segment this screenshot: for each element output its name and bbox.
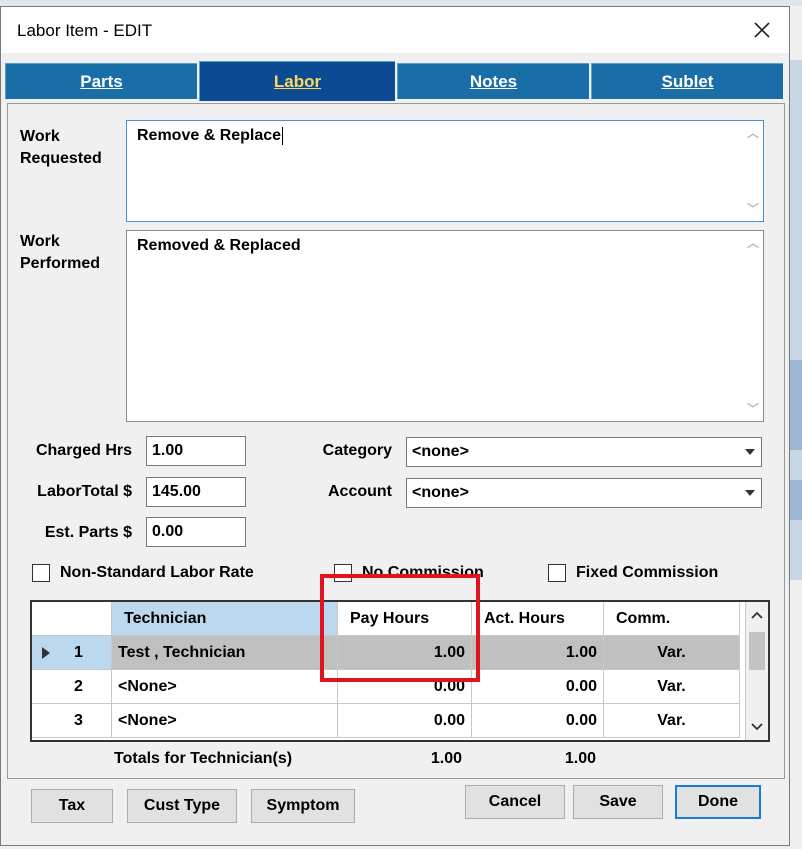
tab-bar: Parts Labor Notes Sublet [5,61,789,101]
title-bar: Labor Item - EDIT [1,7,789,53]
scroll-up-icon[interactable]: ︿ [747,237,759,249]
text-caret [282,127,284,145]
act-hours-cell[interactable]: 0.00 [472,670,604,704]
tab-sublet[interactable]: Sublet [591,63,783,99]
checkbox-box[interactable] [334,564,352,582]
dropdown-arrow-icon[interactable] [741,482,759,504]
work-performed-scrollbar[interactable]: ︿ ﹀ [743,231,763,421]
technician-cell[interactable]: <None> [112,704,338,738]
labor-panel: Work Requested Remove & Replace ︿ ﹀ Work… [7,103,785,779]
work-performed-text: Removed & Replaced [137,237,301,254]
totals-act-hours: 1.00 [564,750,596,767]
grid-corner [32,602,112,636]
save-button[interactable]: Save [573,785,663,819]
table-row[interactable]: 3 <None> 0.00 0.00 Var. [32,704,748,738]
non-standard-labor-rate-checkbox[interactable]: Non-Standard Labor Rate [32,564,254,582]
category-select[interactable]: <none> [406,437,762,467]
row-number: 3 [74,712,83,729]
close-icon [754,22,770,38]
row-number: 1 [74,644,83,661]
work-performed-label: Work Performed [20,233,101,272]
account-select[interactable]: <none> [406,478,762,508]
no-commission-checkbox[interactable]: No Commission [334,564,484,582]
dropdown-arrow-icon[interactable] [741,441,759,463]
scroll-up-icon[interactable]: ︿ [747,127,759,139]
row-header[interactable]: 2 [32,670,112,704]
category-value: <none> [412,443,469,460]
account-label: Account [328,483,392,500]
tab-parts[interactable]: Parts [5,63,197,99]
act-hours-cell[interactable]: 0.00 [472,704,604,738]
technician-cell[interactable]: Test , Technician [112,636,338,670]
symptom-button[interactable]: Symptom [251,789,355,823]
work-requested-input[interactable]: Remove & Replace ︿ ﹀ [126,120,764,222]
window-title: Labor Item - EDIT [17,21,153,40]
act-hours-cell[interactable]: 1.00 [472,636,604,670]
work-requested-text: Remove & Replace [137,127,282,145]
pay-hours-cell[interactable]: 0.00 [338,670,472,704]
est-parts-label: Est. Parts $ [44,524,132,541]
tax-button[interactable]: Tax [31,789,113,823]
row-header[interactable]: 3 [32,704,112,738]
checkbox-box[interactable] [548,564,566,582]
row-pointer-icon [42,647,50,659]
work-performed-input[interactable]: Removed & Replaced ︿ ﹀ [126,230,764,422]
tab-labor[interactable]: Labor [199,61,395,101]
col-comm[interactable]: Comm. [604,602,740,636]
scroll-down-icon[interactable] [749,718,765,736]
est-parts-field[interactable]: 0.00 [146,517,246,547]
labor-total-field[interactable]: 145.00 [146,477,246,507]
technician-cell[interactable]: <None> [112,670,338,704]
fixed-commission-checkbox[interactable]: Fixed Commission [548,564,718,582]
charged-hrs-field[interactable]: 1.00 [146,436,246,466]
category-label: Category [322,442,392,459]
background-app-edge [790,60,802,580]
totals-label: Totals for Technician(s) [114,750,293,767]
pay-hours-cell[interactable]: 0.00 [338,704,472,738]
comm-cell[interactable]: Var. [604,670,740,704]
cust-type-button[interactable]: Cust Type [127,789,237,823]
col-technician[interactable]: Technician [112,602,338,636]
technician-grid: Technician Pay Hours Act. Hours Comm. 1 … [30,600,770,742]
grid-scrollbar[interactable] [745,602,768,740]
account-value: <none> [412,484,469,501]
labor-total-label: LaborTotal $ [37,483,132,500]
scroll-down-icon[interactable]: ﹀ [747,203,759,215]
table-row[interactable]: 2 <None> 0.00 0.00 Var. [32,670,748,704]
col-act-hours[interactable]: Act. Hours [472,602,604,636]
scrollbar-thumb[interactable] [749,632,765,670]
comm-cell[interactable]: Var. [604,636,740,670]
done-button[interactable]: Done [675,785,761,819]
totals-pay-hours: 1.00 [430,750,462,767]
grid-header-row: Technician Pay Hours Act. Hours Comm. [32,602,748,636]
col-pay-hours[interactable]: Pay Hours [338,602,472,636]
pay-hours-cell[interactable]: 1.00 [338,636,472,670]
checkbox-box[interactable] [32,564,50,582]
work-requested-scrollbar[interactable]: ︿ ﹀ [743,121,763,221]
charged-hrs-label: Charged Hrs [35,442,132,459]
row-number: 2 [74,678,83,695]
scroll-down-icon[interactable]: ﹀ [747,403,759,415]
cancel-button[interactable]: Cancel [465,785,565,819]
work-requested-label: Work Requested [20,128,102,167]
row-header[interactable]: 1 [32,636,112,670]
close-button[interactable] [745,13,779,47]
table-row[interactable]: 1 Test , Technician 1.00 1.00 Var. [32,636,748,670]
tab-notes[interactable]: Notes [397,63,589,99]
labor-item-dialog: Labor Item - EDIT Parts Labor Notes Subl… [0,6,790,846]
scroll-up-icon[interactable] [749,606,765,624]
comm-cell[interactable]: Var. [604,704,740,738]
